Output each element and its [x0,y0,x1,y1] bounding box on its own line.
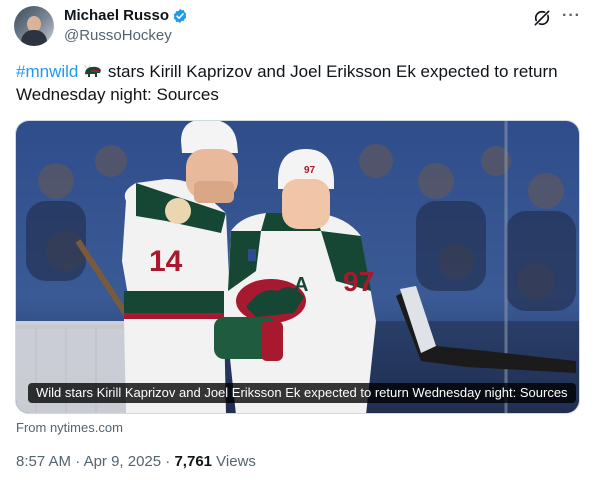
link-card[interactable]: 14 97 97 A Wild stars Kirill Kaprizov an… [15,120,580,414]
tweet-meta: 8:57 AM · Apr 9, 2025 · 7,761 Views [16,453,256,470]
captain-mark: A [294,274,308,296]
tweet-text: #mnwild stars Kirill Kaprizov and Joel E… [16,60,576,106]
author-name-row: Michael Russo [64,6,188,26]
verified-badge-icon [173,9,187,23]
views-count: 7,761 [174,453,213,470]
tweet[interactable]: Michael Russo @RussoHockey ··· #mnwild s… [0,0,597,487]
bison-emoji-icon [84,64,102,77]
author-handle[interactable]: @RussoHockey [64,26,172,46]
helmet-number: 97 [304,165,316,176]
jersey-number-right: 97 [343,266,374,297]
card-caption: Wild stars Kirill Kaprizov and Joel Erik… [28,383,576,403]
more-icon[interactable]: ··· [562,6,581,26]
card-source[interactable]: From nytimes.com [16,420,123,435]
author-name[interactable]: Michael Russo [64,6,169,26]
tweet-time[interactable]: 8:57 AM [16,453,71,470]
tweet-date[interactable]: Apr 9, 2025 [84,453,162,470]
avatar[interactable] [14,6,54,46]
meta-separator: · [161,453,175,470]
views-label: Views [212,453,256,470]
grok-icon[interactable] [532,8,552,28]
jersey-number-left: 14 [149,245,183,278]
hashtag-link[interactable]: #mnwild [16,62,78,81]
meta-separator: · [71,453,84,470]
card-photo: 14 97 97 A [16,121,579,413]
